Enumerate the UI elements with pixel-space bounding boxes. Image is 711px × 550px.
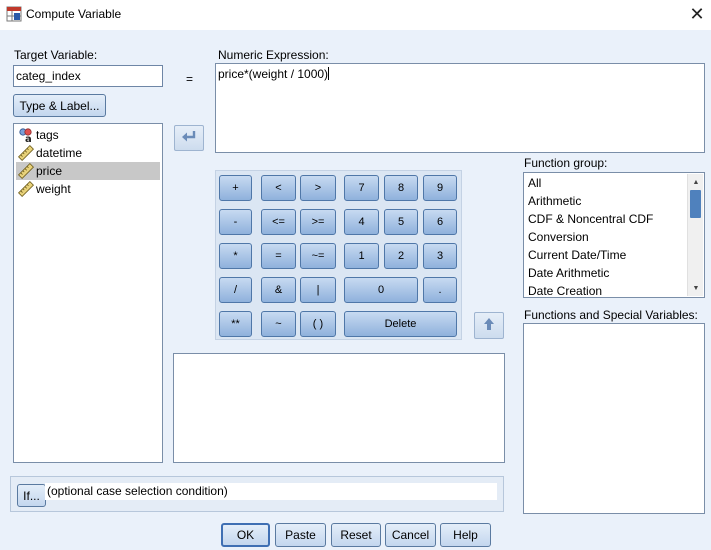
key-not[interactable]: ~ [261, 311, 296, 337]
key-6[interactable]: 6 [423, 209, 457, 235]
scroll-down-arrow-icon[interactable]: ▼ [688, 280, 704, 296]
key-delete[interactable]: Delete [344, 311, 457, 337]
variable-item-datetime[interactable]: datetime [16, 144, 160, 162]
arrow-return-icon [181, 130, 197, 147]
cancel-button[interactable]: Cancel [385, 523, 436, 547]
function-group-label: Function group: [524, 156, 608, 170]
string-variable-icon: a [16, 126, 36, 144]
target-variable-label: Target Variable: [14, 48, 98, 62]
compute-variable-app-icon [6, 6, 22, 22]
arrow-up-icon [483, 317, 495, 334]
function-group-item[interactable]: Current Date/Time [528, 248, 626, 262]
move-variable-button[interactable] [174, 125, 204, 151]
if-button[interactable]: If... [17, 484, 46, 507]
ok-button[interactable]: OK [221, 523, 270, 547]
equals-sign: = [186, 72, 194, 86]
key-5[interactable]: 5 [384, 209, 418, 235]
variable-item-price[interactable]: price [16, 162, 160, 180]
text-cursor [328, 67, 330, 80]
key-9[interactable]: 9 [423, 175, 457, 201]
paste-button[interactable]: Paste [275, 523, 326, 547]
scale-variable-icon [16, 144, 36, 162]
insert-function-button[interactable] [474, 312, 504, 339]
help-button[interactable]: Help [440, 523, 491, 547]
functions-special-list[interactable] [523, 323, 705, 514]
variable-name: price [36, 164, 63, 178]
svg-text:a: a [25, 134, 32, 143]
key-parentheses[interactable]: ( ) [300, 311, 336, 337]
function-group-item[interactable]: CDF & Noncentral CDF [528, 212, 653, 226]
key-3[interactable]: 3 [423, 243, 457, 269]
key-less-equal[interactable]: <= [261, 209, 296, 235]
key-or[interactable]: | [300, 277, 336, 303]
key-decimal[interactable]: . [423, 277, 457, 303]
function-description-box [173, 353, 505, 463]
key-minus[interactable]: - [219, 209, 252, 235]
key-0[interactable]: 0 [344, 277, 418, 303]
function-group-item[interactable]: All [528, 176, 541, 190]
functions-special-label: Functions and Special Variables: [524, 308, 698, 322]
function-group-item[interactable]: Arithmetic [528, 194, 581, 208]
numeric-expression-label: Numeric Expression: [218, 48, 329, 62]
case-selection-condition: (optional case selection condition) [45, 483, 497, 500]
reset-button[interactable]: Reset [331, 523, 381, 547]
variable-name: weight [36, 182, 71, 196]
calculator-keypad: + < > 7 8 9 - <= >= 4 5 6 * = ~= 1 2 3 /… [215, 170, 462, 340]
key-power[interactable]: ** [219, 311, 252, 337]
key-less-than[interactable]: < [261, 175, 296, 201]
scroll-up-arrow-icon[interactable]: ▲ [688, 174, 704, 190]
key-greater-than[interactable]: > [300, 175, 336, 201]
scale-variable-icon [16, 162, 36, 180]
key-2[interactable]: 2 [384, 243, 418, 269]
variable-item-tags[interactable]: a tags [16, 126, 160, 144]
target-variable-input[interactable]: categ_index [13, 65, 163, 87]
source-variable-list[interactable]: a tags datetime price weight [13, 123, 163, 463]
key-plus[interactable]: + [219, 175, 252, 201]
numeric-expression-text: price*(weight / 1000) [218, 67, 329, 81]
key-1[interactable]: 1 [344, 243, 379, 269]
key-greater-equal[interactable]: >= [300, 209, 336, 235]
key-4[interactable]: 4 [344, 209, 379, 235]
scroll-thumb[interactable] [690, 190, 701, 218]
function-group-item[interactable]: Conversion [528, 230, 589, 244]
function-group-item[interactable]: Date Arithmetic [528, 266, 609, 280]
function-group-item[interactable]: Date Creation [528, 284, 602, 297]
key-7[interactable]: 7 [344, 175, 379, 201]
function-group-list[interactable]: All Arithmetic CDF & Noncentral CDF Conv… [523, 172, 705, 298]
function-group-scrollbar[interactable]: ▲ ▼ [687, 174, 703, 296]
variable-name: tags [36, 128, 59, 142]
key-divide[interactable]: / [219, 277, 252, 303]
type-and-label-button[interactable]: Type & Label... [13, 94, 106, 117]
variable-item-weight[interactable]: weight [16, 180, 160, 198]
key-equals[interactable]: = [261, 243, 296, 269]
key-8[interactable]: 8 [384, 175, 418, 201]
variable-name: datetime [36, 146, 83, 160]
key-and[interactable]: & [261, 277, 296, 303]
if-condition-panel: If... (optional case selection condition… [10, 476, 504, 512]
numeric-expression-textarea[interactable]: price*(weight / 1000) [215, 63, 705, 153]
window-title: Compute Variable [26, 7, 122, 21]
key-multiply[interactable]: * [219, 243, 252, 269]
scale-variable-icon [16, 180, 36, 198]
key-not-equal[interactable]: ~= [300, 243, 336, 269]
close-icon[interactable]: ✕ [686, 4, 708, 24]
